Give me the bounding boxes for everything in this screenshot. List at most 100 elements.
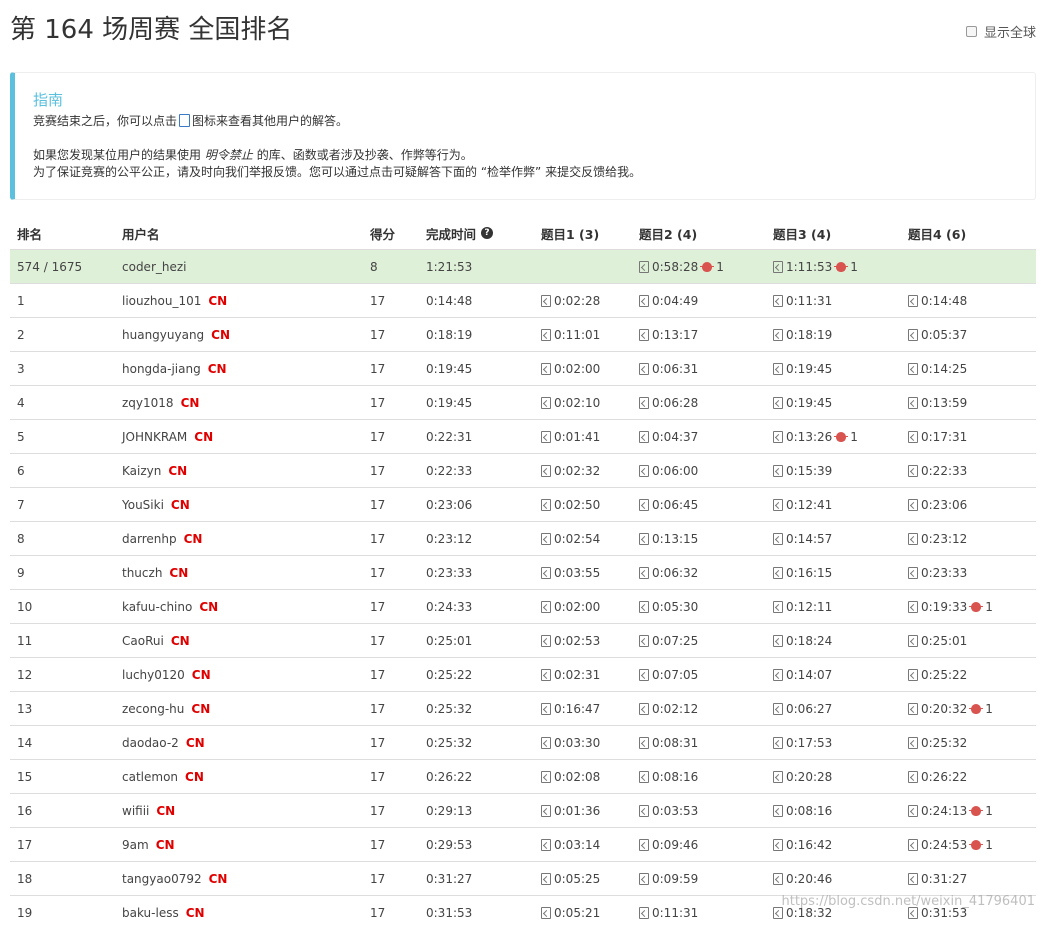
submission-link[interactable]: 0:06:27 (773, 702, 832, 716)
submission-link[interactable]: 0:13:59 (908, 396, 967, 410)
username[interactable]: baku-less (122, 906, 179, 920)
submission-link[interactable]: 0:03:55 (541, 566, 600, 580)
submission-link[interactable]: 0:24:53 (908, 838, 967, 852)
submission-link[interactable]: 0:20:32 (908, 702, 967, 716)
submission-link[interactable]: 0:13:26 (773, 430, 832, 444)
submission-link[interactable]: 0:02:12 (639, 702, 698, 716)
submission-link[interactable]: 0:14:57 (773, 532, 832, 546)
username[interactable]: huangyuyang (122, 328, 204, 342)
submission-link[interactable]: 0:02:53 (541, 634, 600, 648)
score: 17 (370, 531, 386, 546)
submission-link[interactable]: 0:25:32 (908, 736, 967, 750)
submission-link[interactable]: 0:23:06 (908, 498, 967, 512)
username[interactable]: daodao-2 (122, 736, 179, 750)
submission-link[interactable]: 0:13:17 (639, 328, 698, 342)
submission-link[interactable]: 0:05:37 (908, 328, 967, 342)
submission-link[interactable]: 0:08:16 (773, 804, 832, 818)
username[interactable]: liouzhou_101 (122, 294, 201, 308)
submission-link[interactable]: 0:02:54 (541, 532, 600, 546)
submission-link[interactable]: 0:23:12 (908, 532, 967, 546)
username[interactable]: tangyao0792 (122, 872, 202, 886)
submission-link[interactable]: 0:02:28 (541, 294, 600, 308)
submission-link[interactable]: 0:19:45 (773, 396, 832, 410)
submission-link[interactable]: 0:03:14 (541, 838, 600, 852)
submission-link[interactable]: 0:25:22 (908, 668, 967, 682)
username[interactable]: YouSiki (122, 498, 164, 512)
submission-link[interactable]: 0:19:33 (908, 600, 967, 614)
submission-link[interactable]: 0:07:25 (639, 634, 698, 648)
help-icon[interactable]: ? (481, 227, 494, 239)
submission-link[interactable]: 0:13:15 (639, 532, 698, 546)
submission-link[interactable]: 0:58:28 (639, 260, 698, 274)
username[interactable]: luchy0120 (122, 668, 185, 682)
username[interactable]: zqy1018 (122, 396, 174, 410)
submission-link[interactable]: 0:09:59 (639, 872, 698, 886)
submission-link[interactable]: 0:06:45 (639, 498, 698, 512)
submission-link[interactable]: 0:24:13 (908, 804, 967, 818)
submission-link[interactable]: 0:09:46 (639, 838, 698, 852)
submission-link[interactable]: 0:05:25 (541, 872, 600, 886)
submission-link[interactable]: 0:05:30 (639, 600, 698, 614)
submission-link[interactable]: 0:17:31 (908, 430, 967, 444)
submission-link[interactable]: 0:14:25 (908, 362, 967, 376)
submission-link[interactable]: 0:22:33 (908, 464, 967, 478)
username[interactable]: catlemon (122, 770, 178, 784)
submission-link[interactable]: 0:04:49 (639, 294, 698, 308)
submission-link[interactable]: 0:02:00 (541, 600, 600, 614)
my-username[interactable]: coder_hezi (122, 250, 187, 283)
submission-link[interactable]: 0:26:22 (908, 770, 967, 784)
submission-link[interactable]: 0:14:48 (908, 294, 967, 308)
submission-link[interactable]: 0:07:05 (639, 668, 698, 682)
submission-link[interactable]: 0:05:21 (541, 906, 600, 920)
submission-link[interactable]: 0:01:36 (541, 804, 600, 818)
submission-link[interactable]: 0:01:41 (541, 430, 600, 444)
submission-link[interactable]: 0:20:28 (773, 770, 832, 784)
username[interactable]: 9am (122, 838, 149, 852)
username[interactable]: JOHNKRAM (122, 430, 187, 444)
submission-link[interactable]: 0:15:39 (773, 464, 832, 478)
username[interactable]: CaoRui (122, 634, 164, 648)
submission-link[interactable]: 0:02:50 (541, 498, 600, 512)
submission-link[interactable]: 0:06:28 (639, 396, 698, 410)
username[interactable]: darrenhp (122, 532, 177, 546)
username[interactable]: hongda-jiang (122, 362, 201, 376)
submission-link[interactable]: 0:02:32 (541, 464, 600, 478)
submission-link[interactable]: 0:06:00 (639, 464, 698, 478)
submission-link[interactable]: 0:04:37 (639, 430, 698, 444)
submission-link[interactable]: 0:11:31 (773, 294, 832, 308)
submission-link[interactable]: 0:25:01 (908, 634, 967, 648)
submission-link[interactable]: 0:08:16 (639, 770, 698, 784)
submission-link[interactable]: 0:31:27 (908, 872, 967, 886)
submission-link[interactable]: 0:11:31 (639, 906, 698, 920)
submission-link[interactable]: 0:16:47 (541, 702, 600, 716)
submission-link[interactable]: 0:06:31 (639, 362, 698, 376)
submission-link[interactable]: 0:02:08 (541, 770, 600, 784)
username[interactable]: Kaizyn (122, 464, 161, 478)
submission-link[interactable]: 0:11:01 (541, 328, 600, 342)
submission-link[interactable]: 0:06:32 (639, 566, 698, 580)
submission-link[interactable]: 0:02:00 (541, 362, 600, 376)
submission-link[interactable]: 0:18:24 (773, 634, 832, 648)
submission-link[interactable]: 0:18:19 (773, 328, 832, 342)
submission-link[interactable]: 0:16:15 (773, 566, 832, 580)
submission-link[interactable]: 0:03:53 (639, 804, 698, 818)
submission-link[interactable]: 0:19:45 (773, 362, 832, 376)
username[interactable]: thuczh (122, 566, 162, 580)
submission-link[interactable]: 0:08:31 (639, 736, 698, 750)
submission-link[interactable]: 0:17:53 (773, 736, 832, 750)
username[interactable]: wifiii (122, 804, 149, 818)
submission-link[interactable]: 0:12:41 (773, 498, 832, 512)
submission-link[interactable]: 0:03:30 (541, 736, 600, 750)
submission-link[interactable]: 0:16:42 (773, 838, 832, 852)
submission-link[interactable]: 0:23:33 (908, 566, 967, 580)
show-global-toggle[interactable]: 显示全球 (965, 22, 1036, 41)
submission-link[interactable]: 0:12:11 (773, 600, 832, 614)
submission-link[interactable]: 0:02:31 (541, 668, 600, 682)
username[interactable]: zecong-hu (122, 702, 184, 716)
username[interactable]: kafuu-chino (122, 600, 192, 614)
submission-link[interactable]: 1:11:53 (773, 260, 832, 274)
submission-link[interactable]: 0:20:46 (773, 872, 832, 886)
submission-link[interactable]: 0:14:07 (773, 668, 832, 682)
submission-link[interactable]: 0:02:10 (541, 396, 600, 410)
show-global-checkbox[interactable] (965, 26, 977, 37)
